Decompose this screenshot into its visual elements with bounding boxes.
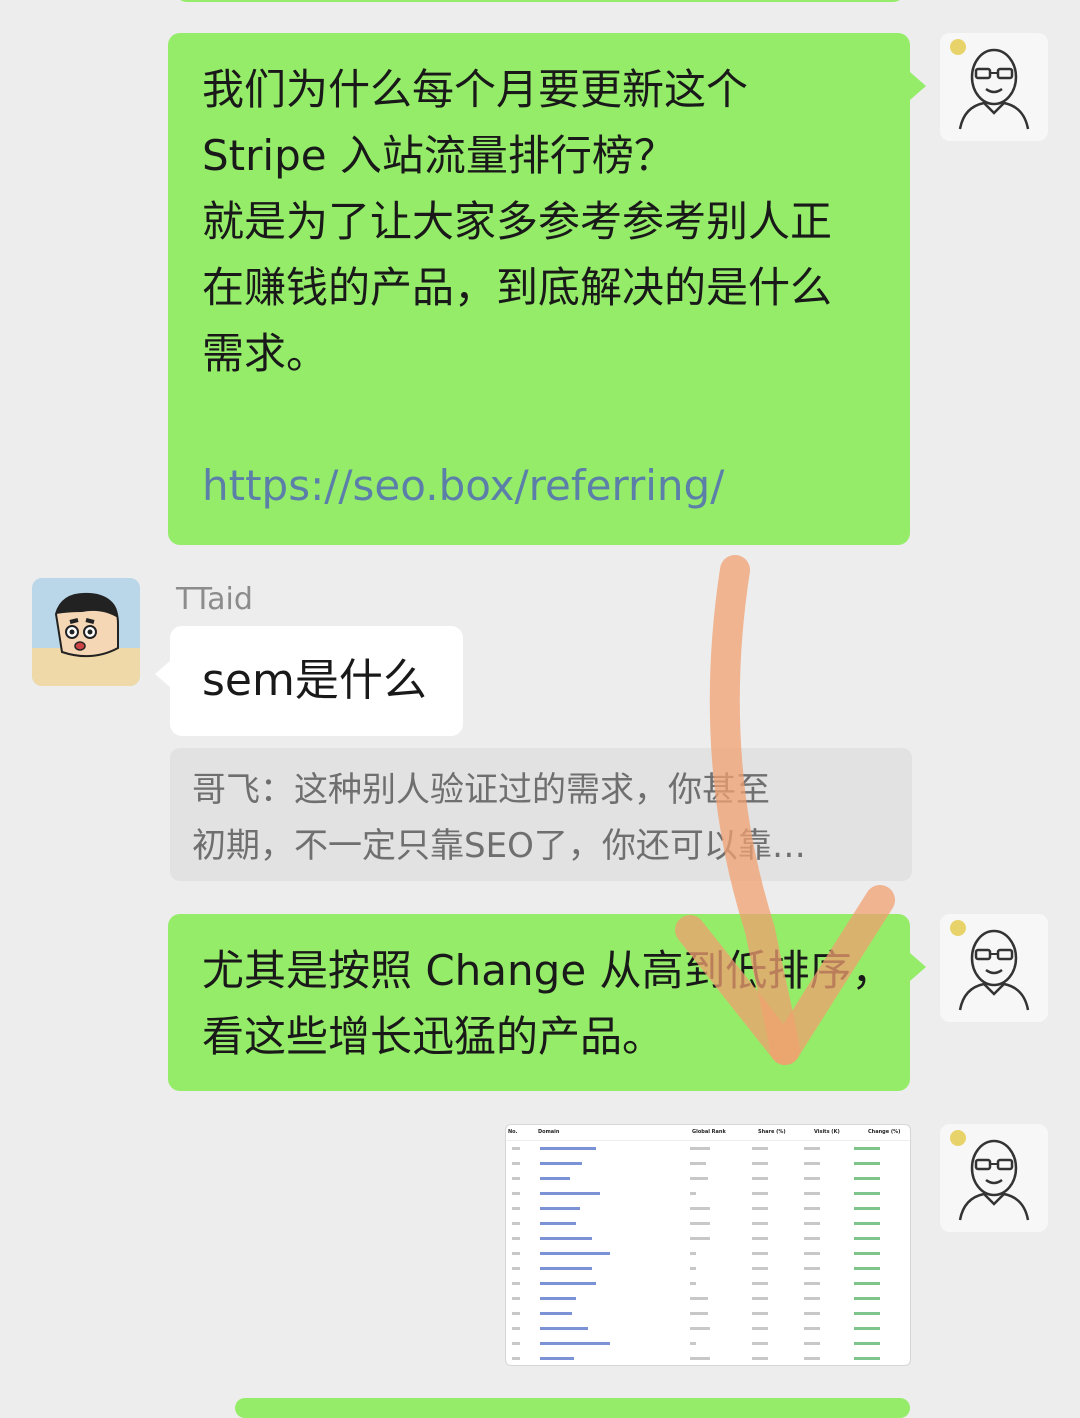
bald-man-avatar-icon [940,33,1048,141]
avatar-ttaid[interactable] [32,578,140,686]
quote-line: 初期，不一定只靠SEO了，你还可以靠… [192,826,806,866]
message-text: sem是什么 [202,655,427,706]
table-header: Visits (K) [812,1125,866,1141]
quoted-message[interactable]: 哥飞：这种别人验证过的需求，你甚至 初期，不一定只靠SEO了，你还可以靠… [170,748,912,881]
avatar-self[interactable] [940,1124,1048,1232]
message-link[interactable]: https://seo.box/referring/ [202,453,878,519]
bubble-tail [910,72,926,100]
bald-man-avatar-icon [940,914,1048,1022]
message-line: 需求。 [202,329,329,378]
message-bubble-self[interactable]: 尤其是按照 Change 从高到低排序， 看这些增长迅猛的产品。 [168,914,910,1091]
table-header: Global Rank [690,1125,756,1141]
bald-man-avatar-icon [940,1124,1048,1232]
message-line: 在赚钱的产品，到底解决的是什么 [202,263,833,312]
message-line: 我们为什么每个月要更新这个 [202,65,749,114]
previous-message-bubble-edge [175,0,905,2]
table-header: Share (%) [756,1125,812,1141]
message-line: Stripe 入站流量排行榜？ [202,131,676,180]
message-bubble-other[interactable]: sem是什么 [170,626,463,736]
table-header: No. [506,1125,536,1141]
message-line: 看这些增长迅猛的产品。 [202,1012,665,1061]
sender-name: TTaid [176,582,253,617]
thumbnail-table: No. Domain Global Rank Share (%) Visits … [506,1125,910,1141]
message-line: 尤其是按照 Change 从高到低排序， [202,946,894,995]
image-message-thumbnail[interactable]: No. Domain Global Rank Share (%) Visits … [505,1124,911,1366]
next-message-bubble-edge [235,1398,910,1418]
avatar-self[interactable] [940,914,1048,1022]
cartoon-boy-avatar-icon [32,578,140,686]
message-bubble-self[interactable]: 我们为什么每个月要更新这个 Stripe 入站流量排行榜？ 就是为了让大家多参考… [168,33,910,545]
bubble-tail [155,660,171,688]
table-header: Change (%) [866,1125,910,1141]
quote-line: 哥飞：这种别人验证过的需求，你甚至 [192,770,770,810]
bubble-tail [910,953,926,981]
table-header: Domain [536,1125,690,1141]
thumbnail-rows-graphic [512,1147,880,1360]
avatar-self[interactable] [940,33,1048,141]
message-line: 就是为了让大家多参考参考别人正 [202,197,833,246]
